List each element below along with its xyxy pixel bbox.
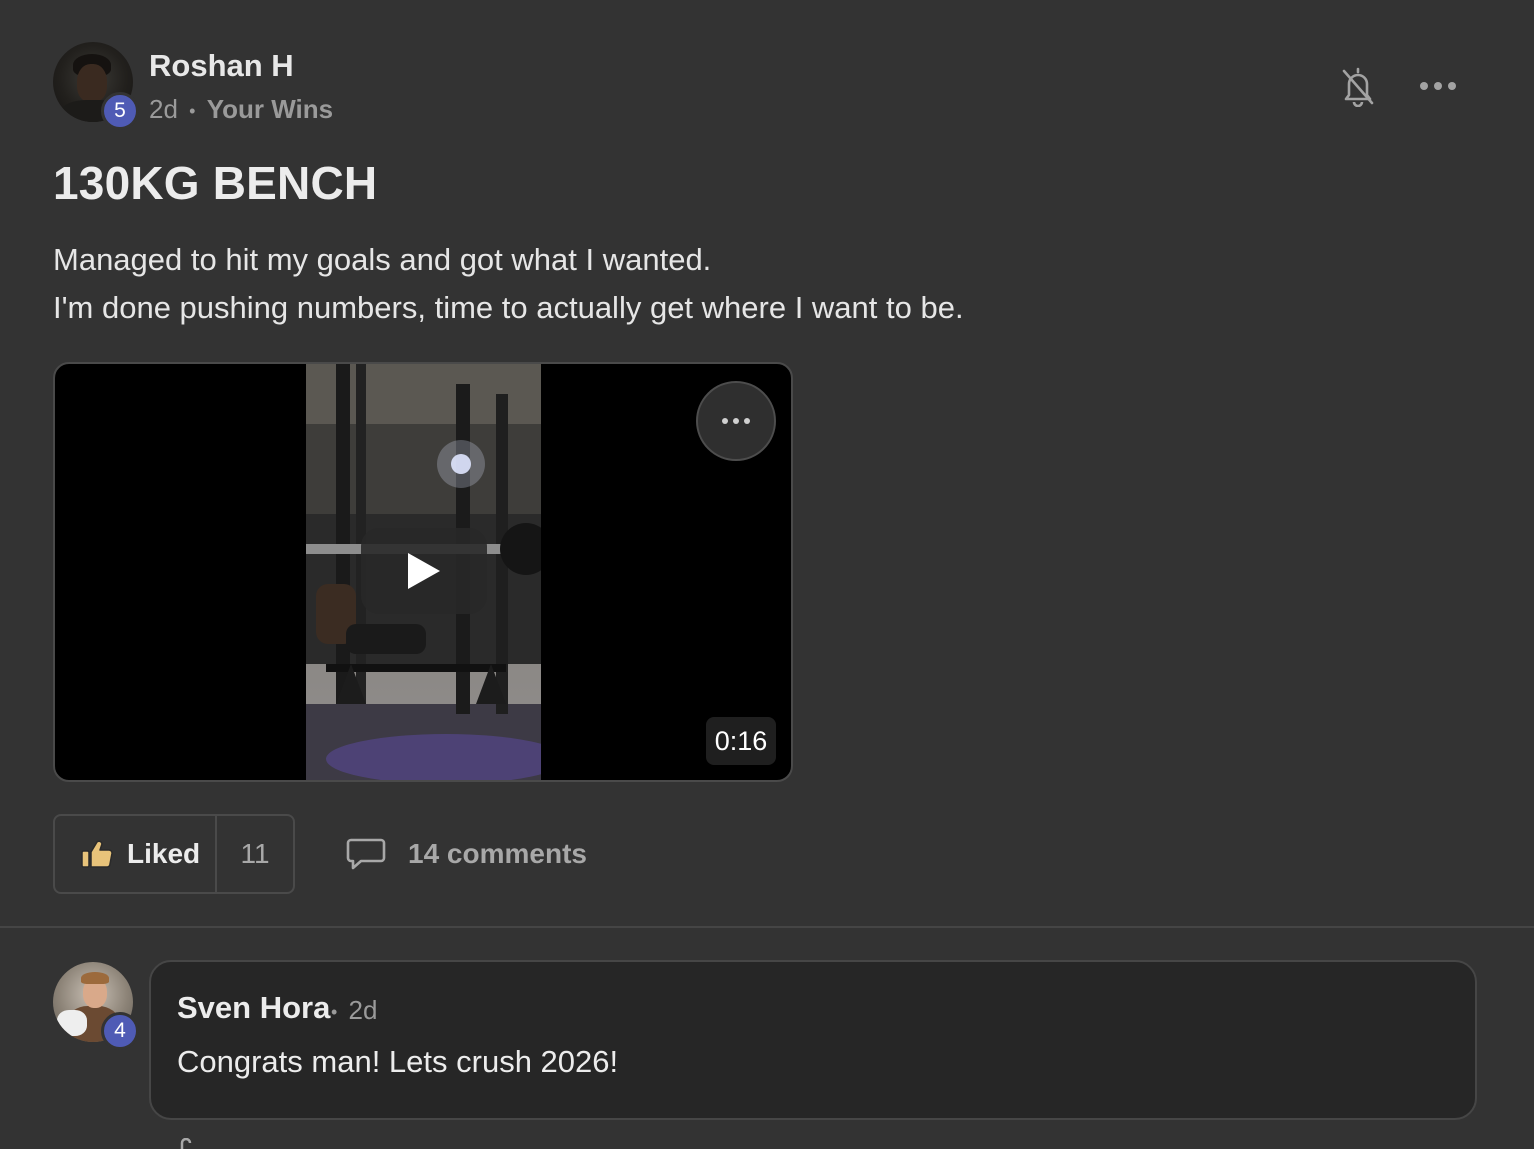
post-more-button[interactable] <box>1416 70 1460 102</box>
post-page: 5 Roshan H 2d • Your Wins 130KG BENCH Ma… <box>0 0 1534 1149</box>
like-count[interactable]: 11 <box>217 816 293 892</box>
video-player[interactable]: 0:16 <box>53 362 793 782</box>
post-body: Managed to hit my goals and got what I w… <box>53 236 964 332</box>
post-header: 5 Roshan H 2d • Your Wins <box>53 42 1464 132</box>
more-horizontal-icon <box>1420 82 1456 90</box>
meta-separator: • <box>189 100 196 121</box>
level-badge: 5 <box>101 92 139 130</box>
post-meta: 2d • Your Wins <box>149 94 333 125</box>
comment-text: Congrats man! Lets crush 2026! <box>177 1044 619 1079</box>
video-duration: 0:16 <box>706 717 776 765</box>
comment-author[interactable]: Sven Hora <box>177 990 330 1026</box>
video-options-button[interactable] <box>696 381 776 461</box>
comments-button[interactable]: 14 comments <box>346 832 587 876</box>
like-label: Liked <box>127 838 201 869</box>
avatar-hair <box>81 972 109 984</box>
post-body-line: Managed to hit my goals and got what I w… <box>53 242 712 277</box>
play-icon <box>408 553 440 589</box>
like-button[interactable]: Liked <box>55 816 217 892</box>
like-control: Liked 11 <box>53 814 295 894</box>
comments-count-label: 14 comments <box>408 838 587 869</box>
notifications-toggle-button[interactable] <box>1340 64 1376 108</box>
comment-bubble: Sven Hora • 2d Congrats man! Lets crush … <box>149 960 1477 1120</box>
play-button[interactable] <box>361 528 487 614</box>
bell-off-icon <box>1342 67 1374 107</box>
section-divider <box>0 926 1534 928</box>
post-title: 130KG BENCH <box>53 157 378 209</box>
comment-action-icon[interactable] <box>176 1138 196 1149</box>
comment-icon <box>346 838 386 870</box>
level-badge: 4 <box>101 1012 139 1050</box>
avatar-face <box>77 64 107 102</box>
post-category-link[interactable]: Your Wins <box>207 94 333 124</box>
post-time: 2d <box>149 94 178 124</box>
avatar-pillow <box>57 1010 87 1036</box>
thumbs-up-icon <box>81 840 113 868</box>
more-horizontal-icon <box>722 418 750 424</box>
author-name[interactable]: Roshan H <box>149 48 294 84</box>
comment-time: 2d <box>348 995 378 1025</box>
post-body-line: I'm done pushing numbers, time to actual… <box>53 290 964 325</box>
meta-separator: • <box>331 1001 338 1022</box>
commenter-avatar[interactable]: 4 <box>53 962 139 1050</box>
comment-item: 4 Sven Hora • 2d Congrats man! Lets crus… <box>53 960 1477 1120</box>
author-avatar[interactable]: 5 <box>53 42 139 130</box>
comment-meta: • 2d <box>331 995 377 1026</box>
